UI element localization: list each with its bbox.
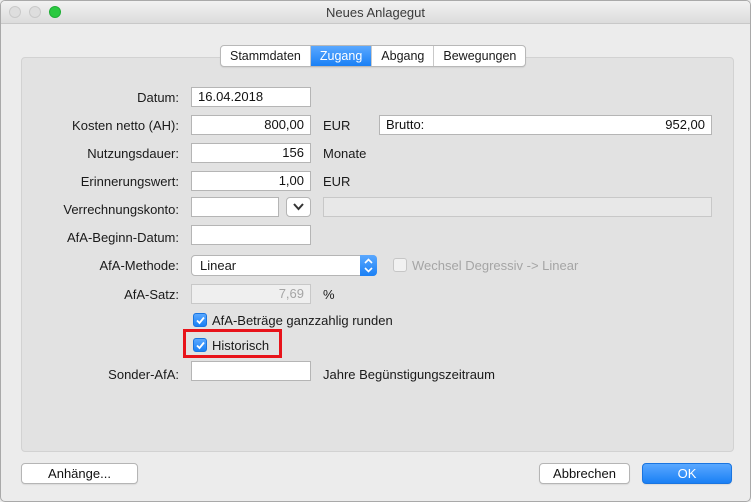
afa-satz-field: 7,69: [191, 284, 311, 304]
tab-bar: Stammdaten Zugang Abgang Bewegungen: [220, 45, 527, 67]
nutzungsdauer-field[interactable]: 156: [191, 143, 311, 163]
kosten-label: Kosten netto (AH):: [72, 118, 179, 133]
title-bar: Neues Anlagegut: [1, 1, 750, 24]
anhaenge-button[interactable]: Anhänge...: [21, 463, 138, 484]
sonder-afa-label: Sonder-AfA:: [108, 367, 179, 382]
chevron-updown-icon: [360, 255, 377, 276]
datum-field[interactable]: 16.04.2018: [191, 87, 311, 107]
dialog-window: Neues Anlagegut Stammdaten Zugang Abgang…: [0, 0, 751, 502]
historisch-checkbox[interactable]: [193, 338, 207, 352]
tab-stammdaten[interactable]: Stammdaten: [221, 46, 311, 66]
erinnerungswert-unit: EUR: [323, 174, 351, 189]
runden-checkbox[interactable]: [193, 313, 207, 327]
runden-label: AfA-Beträge ganzzahlig runden: [212, 313, 393, 328]
erinnerungswert-field[interactable]: 1,00: [191, 171, 311, 191]
wechsel-checkbox[interactable]: [393, 258, 407, 272]
brutto-value: 952,00: [665, 117, 705, 132]
verrechnungskonto-dropdown-button[interactable]: [286, 197, 311, 217]
historisch-label: Historisch: [212, 338, 270, 353]
tab-abgang[interactable]: Abgang: [372, 46, 435, 66]
chevron-down-icon: [293, 203, 304, 211]
wechsel-label: Wechsel Degressiv -> Linear: [412, 258, 579, 273]
afa-satz-label: AfA-Satz:: [124, 287, 179, 302]
afa-methode-selected: Linear: [200, 258, 237, 273]
checkmark-icon: [196, 316, 205, 325]
cancel-button[interactable]: Abbrechen: [539, 463, 630, 484]
brutto-field[interactable]: Brutto: 952,00: [379, 115, 712, 135]
afa-beginn-field[interactable]: [191, 225, 311, 245]
erinnerungswert-label: Erinnerungswert:: [80, 174, 179, 189]
afa-methode-label: AfA-Methode:: [99, 258, 180, 273]
sonder-afa-unit: Jahre Begünstigungszeitraum: [323, 367, 495, 382]
afa-methode-select[interactable]: Linear: [191, 255, 377, 276]
kosten-field[interactable]: 800,00: [191, 115, 311, 135]
kosten-unit: EUR: [323, 118, 351, 133]
ok-button[interactable]: OK: [642, 463, 732, 484]
datum-label: Datum:: [137, 90, 179, 105]
verrechnungskonto-field[interactable]: [191, 197, 279, 217]
nutzungsdauer-label: Nutzungsdauer:: [87, 146, 179, 161]
sonder-afa-field[interactable]: [191, 361, 311, 381]
tab-zugang[interactable]: Zugang: [310, 46, 373, 66]
nutzungsdauer-unit: Monate: [323, 146, 367, 161]
window-title: Neues Anlagegut: [325, 5, 426, 20]
verrechnungskonto-label: Verrechnungskonto:: [63, 202, 179, 217]
afa-satz-unit: %: [323, 287, 335, 302]
verrechnungskonto-description: [323, 197, 712, 217]
brutto-label: Brutto:: [386, 117, 425, 132]
checkmark-icon: [196, 341, 205, 350]
tab-bewegungen[interactable]: Bewegungen: [434, 46, 525, 66]
afa-beginn-label: AfA-Beginn-Datum:: [67, 230, 179, 245]
